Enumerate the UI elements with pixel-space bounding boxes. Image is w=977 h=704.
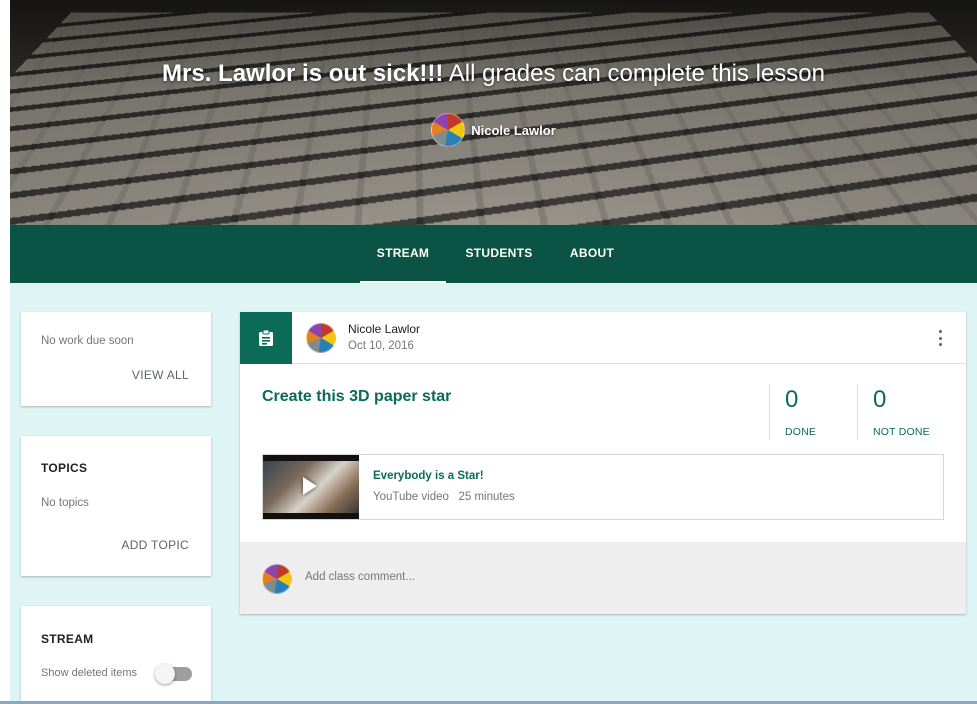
attachment-type: YouTube video [373,491,449,503]
post-date: Oct 10, 2016 [348,340,414,352]
class-nav: STREAM STUDENTS ABOUT [10,225,977,283]
post-author: Nicole Lawlor [348,322,421,336]
done-number: 0 [785,386,799,413]
attachment-title: Everybody is a Star! [373,470,484,482]
classroom-page: Mrs. Lawlor is out sick!!! All grades ca… [10,0,977,704]
assignment-icon [240,312,292,364]
attachment-meta: YouTube video 25 minutes [373,491,515,503]
teacher-name: Nicole Lawlor [471,122,556,138]
topics-card: TOPICS No topics ADD TOPIC [21,436,211,576]
attachment-duration: 25 minutes [458,491,515,503]
class-banner: Mrs. Lawlor is out sick!!! All grades ca… [10,0,977,225]
not-done-number: 0 [873,386,887,413]
done-count[interactable]: 0 DONE [769,384,857,440]
assignment-title[interactable]: Create this 3D paper star [262,388,451,406]
more-vert-icon[interactable] [936,327,944,349]
tab-about[interactable]: ABOUT [558,225,626,283]
youtube-attachment[interactable]: Everybody is a Star! YouTube video 25 mi… [262,454,944,520]
show-deleted-label: Show deleted items [41,667,137,679]
topics-empty-text: No topics [41,497,89,509]
post-header: Nicole Lawlor Oct 10, 2016 [240,312,966,364]
class-teacher: Nicole Lawlor [10,113,977,147]
add-topic-button[interactable]: ADD TOPIC [121,538,189,552]
play-icon [303,477,317,495]
comment-bar [240,542,966,614]
class-title-rest: All grades can complete this lesson [448,60,825,87]
toggle-knob [155,664,175,684]
topics-heading: TOPICS [41,461,88,475]
teacher-avatar [431,113,466,147]
not-done-count[interactable]: 0 NOT DONE [857,384,966,440]
tab-students[interactable]: STUDENTS [456,225,542,283]
upcoming-card: No work due soon VIEW ALL [21,312,211,406]
show-deleted-toggle[interactable] [155,664,192,684]
class-title-bold: Mrs. Lawlor is out sick!!! [162,60,444,87]
tab-stream[interactable]: STREAM [360,225,446,283]
class-comment-input[interactable] [305,571,705,583]
view-all-button[interactable]: VIEW ALL [132,368,189,382]
done-label: DONE [785,426,817,438]
video-thumbnail [263,455,359,519]
author-avatar [306,323,336,353]
upcoming-text: No work due soon [41,335,134,347]
stream-settings-card: STREAM Show deleted items [21,606,211,704]
commenter-avatar [262,564,292,594]
not-done-label: NOT DONE [873,426,930,438]
stream-heading: STREAM [41,632,94,646]
assignment-post: Nicole Lawlor Oct 10, 2016 Create this 3… [240,312,966,614]
class-title: Mrs. Lawlor is out sick!!! All grades ca… [10,60,977,88]
